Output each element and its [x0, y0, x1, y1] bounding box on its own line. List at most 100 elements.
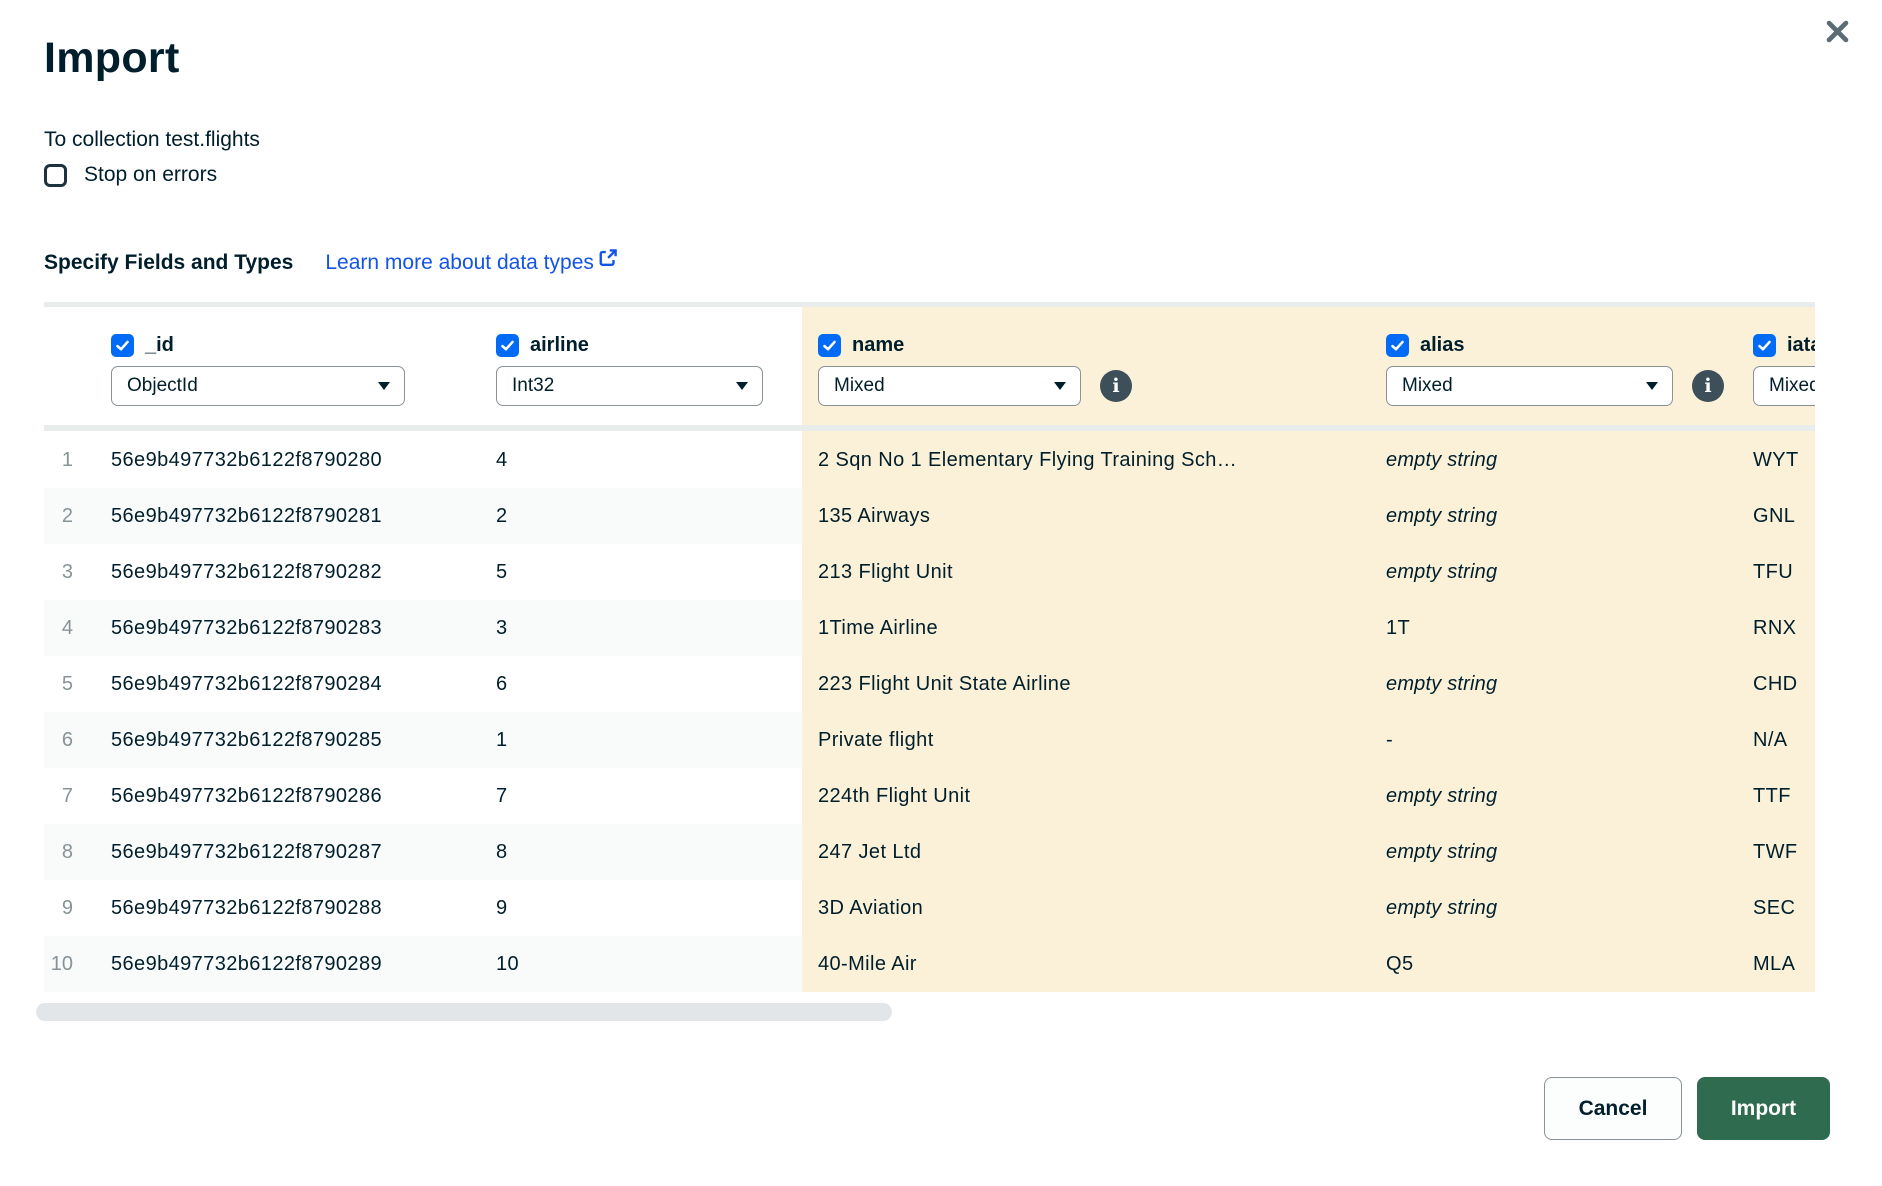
cell-iata: MLA — [1737, 936, 1815, 992]
cell-airline: 5 — [480, 544, 802, 600]
table-row: 656e9b497732b6122f87902851Private flight… — [44, 712, 1815, 768]
cell-id: 56e9b497732b6122f8790285 — [95, 712, 480, 768]
field-checkbox-_id[interactable] — [111, 334, 134, 357]
info-icon[interactable]: i — [1692, 370, 1724, 402]
table-row: 456e9b497732b6122f879028331Time Airline1… — [44, 600, 1815, 656]
cell-id: 56e9b497732b6122f8790287 — [95, 824, 480, 880]
cell-name: 224th Flight Unit — [802, 768, 1370, 824]
chevron-down-icon — [736, 382, 748, 390]
table-row: 1056e9b497732b6122f87902891040-Mile AirQ… — [44, 936, 1815, 992]
field-type-value-name: Mixed — [834, 375, 885, 397]
cell-alias: empty string — [1370, 824, 1737, 880]
cell-alias: - — [1370, 712, 1737, 768]
chevron-down-icon — [378, 382, 390, 390]
cell-alias: empty string — [1370, 432, 1737, 488]
field-label-iata: iata — [1787, 334, 1815, 357]
header-corner-cell — [44, 307, 95, 432]
field-type-select-iata[interactable]: Mixed — [1753, 366, 1815, 406]
row-number: 1 — [44, 432, 95, 488]
cell-name: 2 Sqn No 1 Elementary Flying Training Sc… — [802, 432, 1370, 488]
field-type-select-alias[interactable]: Mixed — [1386, 366, 1673, 406]
cell-id: 56e9b497732b6122f8790280 — [95, 432, 480, 488]
external-link-icon — [598, 248, 618, 274]
import-button[interactable]: Import — [1697, 1077, 1830, 1140]
close-icon[interactable] — [1820, 14, 1854, 48]
cell-airline: 9 — [480, 880, 802, 936]
column-header-name: nameMixedi — [802, 307, 1370, 432]
cell-id: 56e9b497732b6122f8790288 — [95, 880, 480, 936]
field-type-value-_id: ObjectId — [127, 375, 198, 397]
learn-more-link[interactable]: Learn more about data types — [325, 251, 618, 275]
section-title: Specify Fields and Types — [44, 251, 293, 275]
cell-iata: TFU — [1737, 544, 1815, 600]
chevron-down-icon — [1646, 382, 1658, 390]
row-number: 8 — [44, 824, 95, 880]
import-modal: Import To collection test.flights Stop o… — [0, 0, 1882, 1186]
header-divider — [44, 425, 1815, 431]
field-checkbox-alias[interactable] — [1386, 334, 1409, 357]
cell-iata: CHD — [1737, 656, 1815, 712]
cell-alias: empty string — [1370, 488, 1737, 544]
cell-name: 223 Flight Unit State Airline — [802, 656, 1370, 712]
row-number: 10 — [44, 936, 95, 992]
table-row: 956e9b497732b6122f879028893D Aviationemp… — [44, 880, 1815, 936]
column-header-iata: iata Mixed — [1737, 307, 1815, 432]
cell-id: 56e9b497732b6122f8790283 — [95, 600, 480, 656]
field-checkbox-airline[interactable] — [496, 334, 519, 357]
table-row: 356e9b497732b6122f87902825213 Flight Uni… — [44, 544, 1815, 600]
table-row: 756e9b497732b6122f87902867224th Flight U… — [44, 768, 1815, 824]
cell-airline: 10 — [480, 936, 802, 992]
row-number: 6 — [44, 712, 95, 768]
horizontal-scrollbar-thumb[interactable] — [36, 1003, 892, 1021]
learn-more-link-label: Learn more about data types — [325, 251, 594, 275]
cell-name: 40-Mile Air — [802, 936, 1370, 992]
cell-airline: 3 — [480, 600, 802, 656]
cell-iata: TWF — [1737, 824, 1815, 880]
field-label-alias: alias — [1420, 334, 1464, 357]
cell-name: 247 Jet Ltd — [802, 824, 1370, 880]
fields-table: _idObjectIdairlineInt32nameMixedialiasMi… — [44, 302, 1815, 997]
field-type-value-iata: Mixed — [1769, 375, 1815, 397]
row-number: 4 — [44, 600, 95, 656]
cell-alias: Q5 — [1370, 936, 1737, 992]
cell-airline: 7 — [480, 768, 802, 824]
cell-alias: 1T — [1370, 600, 1737, 656]
cell-id: 56e9b497732b6122f8790286 — [95, 768, 480, 824]
cell-name: Private flight — [802, 712, 1370, 768]
field-label-_id: _id — [145, 334, 174, 357]
table-row: 156e9b497732b6122f879028042 Sqn No 1 Ele… — [44, 432, 1815, 488]
cell-airline: 6 — [480, 656, 802, 712]
cell-iata: TTF — [1737, 768, 1815, 824]
cell-alias: empty string — [1370, 880, 1737, 936]
cell-alias: empty string — [1370, 656, 1737, 712]
cell-iata: N/A — [1737, 712, 1815, 768]
cell-name: 3D Aviation — [802, 880, 1370, 936]
stop-on-errors-label: Stop on errors — [84, 163, 217, 187]
column-header-alias: alias Mixed i — [1370, 307, 1737, 432]
cell-iata: GNL — [1737, 488, 1815, 544]
stop-on-errors-checkbox[interactable] — [44, 164, 67, 187]
field-type-select-airline[interactable]: Int32 — [496, 366, 763, 406]
row-number: 7 — [44, 768, 95, 824]
cell-airline: 8 — [480, 824, 802, 880]
field-type-select-_id[interactable]: ObjectId — [111, 366, 405, 406]
cell-alias: empty string — [1370, 768, 1737, 824]
row-number: 5 — [44, 656, 95, 712]
field-type-select-name[interactable]: Mixed — [818, 366, 1081, 406]
cell-iata: SEC — [1737, 880, 1815, 936]
collection-subtitle: To collection test.flights — [44, 128, 260, 152]
field-type-value-alias: Mixed — [1402, 375, 1453, 397]
chevron-down-icon — [1054, 382, 1066, 390]
cell-id: 56e9b497732b6122f8790281 — [95, 488, 480, 544]
cancel-button[interactable]: Cancel — [1544, 1077, 1682, 1140]
field-checkbox-name[interactable] — [818, 334, 841, 357]
info-icon[interactable]: i — [1100, 370, 1132, 402]
cell-airline: 4 — [480, 432, 802, 488]
cell-id: 56e9b497732b6122f8790282 — [95, 544, 480, 600]
table-row: 256e9b497732b6122f87902812135 Airwaysemp… — [44, 488, 1815, 544]
cell-airline: 2 — [480, 488, 802, 544]
row-number: 2 — [44, 488, 95, 544]
cell-id: 56e9b497732b6122f8790289 — [95, 936, 480, 992]
page-title: Import — [44, 34, 180, 83]
field-checkbox-iata[interactable] — [1753, 334, 1776, 357]
